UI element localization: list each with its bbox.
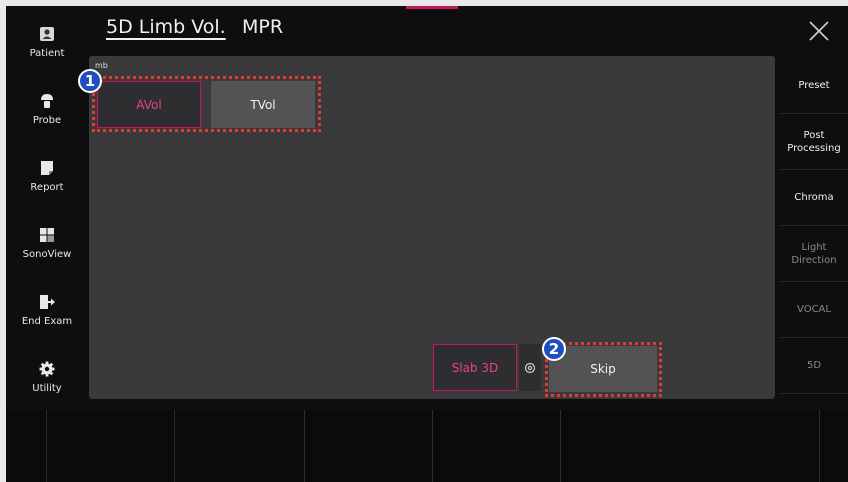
sidebar-item-utility[interactable]: Utility <box>6 347 88 407</box>
slab-3d-button[interactable]: Slab 3D <box>433 344 517 391</box>
chroma-button[interactable]: Chroma <box>780 170 848 226</box>
ultrasound-screen: Patient Probe Report SonoView End Exam U… <box>6 6 848 482</box>
patient-icon <box>40 26 54 41</box>
sidebar-item-patient[interactable]: Patient <box>6 12 88 72</box>
right-menu: Preset Post Processing Chroma Light Dire… <box>780 58 848 398</box>
divider <box>432 410 433 482</box>
preset-button[interactable]: Preset <box>780 58 848 114</box>
divider <box>304 410 305 482</box>
sonoview-icon <box>40 227 54 242</box>
light-direction-button[interactable]: Light Direction <box>780 226 848 282</box>
vocal-button[interactable]: VOCAL <box>780 282 848 338</box>
sidebar-label-end-exam: End Exam <box>21 315 73 327</box>
sidebar-label-patient: Patient <box>29 47 65 59</box>
sidebar-label-sonoview: SonoView <box>22 248 72 260</box>
divider <box>560 410 561 482</box>
divider <box>819 410 820 482</box>
sidebar-item-report[interactable]: Report <box>6 146 88 206</box>
sidebar-item-probe[interactable]: Probe <box>6 79 88 139</box>
sidebar-label-utility: Utility <box>32 382 62 394</box>
step-badge-2: 2 <box>542 337 566 361</box>
end-exam-icon <box>40 294 55 309</box>
post-processing-button[interactable]: Post Processing <box>780 114 848 170</box>
tab-5d-limb-vol[interactable]: 5D Limb Vol. <box>106 16 226 38</box>
left-sidebar: Patient Probe Report SonoView End Exam U… <box>6 6 88 410</box>
avol-button[interactable]: AVol <box>97 81 201 128</box>
sidebar-label-report: Report <box>30 181 64 193</box>
tab-mpr[interactable]: MPR <box>242 16 283 38</box>
sidebar-item-end-exam[interactable]: End Exam <box>6 280 88 340</box>
settings-icon <box>524 362 536 373</box>
divider <box>46 410 47 482</box>
top-accent-bar <box>406 6 458 9</box>
bottom-control-strip <box>6 410 848 482</box>
close-icon[interactable] <box>808 20 830 42</box>
slab-settings-button[interactable] <box>519 344 541 391</box>
sidebar-label-probe: Probe <box>32 114 62 126</box>
probe-icon <box>41 93 53 108</box>
5d-button[interactable]: 5D <box>780 338 848 394</box>
step-badge-1: 1 <box>78 69 102 93</box>
divider <box>174 410 175 482</box>
limb-vol-panel: mb AVol TVol Slab 3D Skip <box>89 56 775 399</box>
tvol-button[interactable]: TVol <box>211 81 315 128</box>
report-icon <box>41 160 53 175</box>
sidebar-item-sonoview[interactable]: SonoView <box>6 213 88 273</box>
panel-label: mb <box>95 61 108 70</box>
gear-icon <box>39 361 55 376</box>
